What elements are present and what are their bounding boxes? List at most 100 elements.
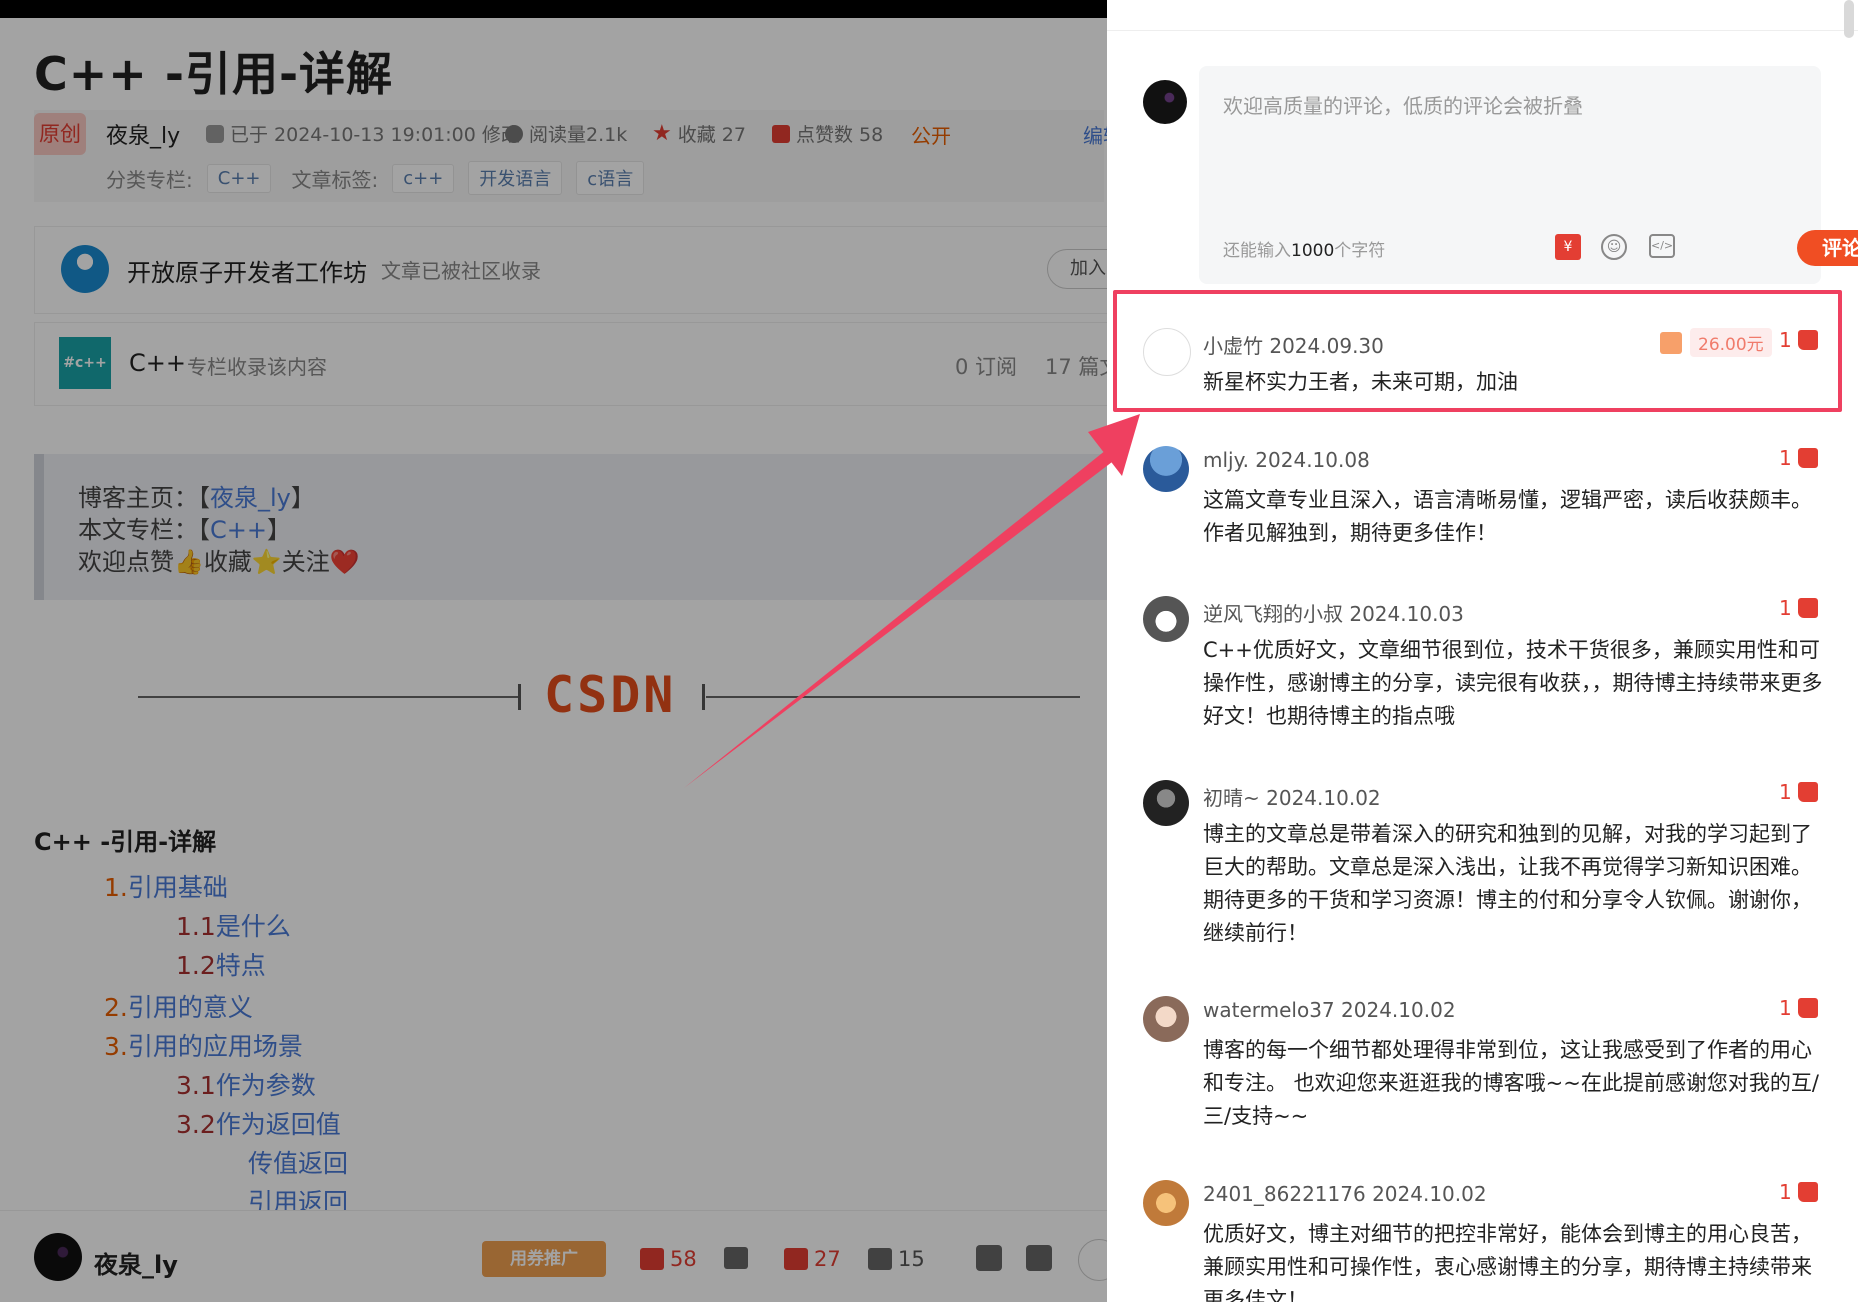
column-link[interactable]: C++ xyxy=(210,516,267,544)
commenter-avatar[interactable] xyxy=(1143,780,1189,826)
tags-label: 文章标签: xyxy=(291,167,379,192)
thumbs-down-icon xyxy=(724,1247,748,1269)
submit-comment-button[interactable]: 评论 xyxy=(1797,230,1858,266)
current-user-avatar xyxy=(1143,80,1187,124)
quote-line-welcome: 欢迎点赞👍收藏⭐关注❤️ xyxy=(78,548,360,576)
char-counter: 还能输入1000个字符 xyxy=(1223,241,1386,261)
thumbs-up-icon xyxy=(772,124,790,143)
share-icon[interactable] xyxy=(976,1245,1002,1271)
commenter-name[interactable]: 逆风飞翔的小叔 xyxy=(1203,602,1343,626)
toc-title: C++ -引用-详解 xyxy=(34,828,217,856)
author-link[interactable]: 夜泉_ly xyxy=(106,118,180,150)
tag-dev-lang[interactable]: 开发语言 xyxy=(468,161,563,195)
commenter-avatar[interactable] xyxy=(1143,446,1189,492)
scrollbar[interactable] xyxy=(1844,0,1854,38)
commenter-name[interactable]: 小虚竹 xyxy=(1203,334,1263,358)
bottom-author-name[interactable]: 夜泉_ly xyxy=(94,1245,178,1280)
reward-icon[interactable]: ¥ xyxy=(1555,234,1581,260)
column-posts: 17 篇文 xyxy=(1045,355,1107,379)
commenter-avatar[interactable] xyxy=(1143,328,1191,376)
column-sub: 专栏收录该内容 xyxy=(187,355,327,379)
toc-item[interactable]: 1.2特点 xyxy=(176,946,266,982)
tag-cpp[interactable]: c++ xyxy=(392,163,455,193)
thumbs-up-icon xyxy=(1797,330,1818,350)
author-avatar[interactable] xyxy=(34,1233,82,1281)
thumbs-up-icon xyxy=(1797,1182,1818,1202)
pdf-icon[interactable] xyxy=(1026,1245,1052,1271)
edit-link[interactable]: 编辑 xyxy=(1083,120,1107,149)
commenter-avatar[interactable] xyxy=(1143,996,1189,1042)
community-name[interactable]: 开放原子开发者工作坊 xyxy=(127,253,367,288)
comment-button[interactable]: 15 xyxy=(868,1247,925,1271)
modified-info: 已于 2024-10-13 19:01:00 修改 xyxy=(206,120,520,147)
favorite-button[interactable]: 27 xyxy=(784,1247,841,1271)
thumbs-up-icon xyxy=(1797,598,1818,618)
column-name[interactable]: C++ xyxy=(129,349,186,377)
toc-item[interactable]: 3.引用的应用场景 xyxy=(104,1027,303,1063)
commenter-name[interactable]: 2401_86221176 xyxy=(1203,1182,1366,1206)
commenter-name[interactable]: 初晴~ xyxy=(1203,786,1260,810)
top-toolbar xyxy=(0,0,1107,18)
commenter-name[interactable]: mljy. xyxy=(1203,448,1249,472)
commenter-avatar[interactable] xyxy=(1143,596,1189,642)
panel-divider xyxy=(1107,30,1858,31)
join-button[interactable]: 加入 xyxy=(1047,249,1107,289)
comment-like-button[interactable]: 1 xyxy=(1779,446,1818,470)
comment-text: 新星杯实力王者，未来可期，加油 xyxy=(1203,370,1518,394)
bottom-toolbar: 夜泉_ly 用券推广 58 27 15 xyxy=(0,1210,1107,1302)
column-label: 分类专栏: xyxy=(106,167,193,192)
toc-item[interactable]: 3.2作为返回值 xyxy=(176,1105,341,1141)
comment-like-button[interactable]: 1 xyxy=(1779,596,1818,620)
comment-text: 博客的每一个细节都处理得非常到位，这让我感受到了作者的用心和专注。 也欢迎您来逛… xyxy=(1203,1038,1819,1128)
community-card[interactable]: 开放原子开发者工作坊 文章已被社区收录 加入 xyxy=(34,226,1107,314)
comment-like-button[interactable]: 1 xyxy=(1779,780,1818,804)
divider-right xyxy=(706,696,1080,698)
column-logo-icon: #c++ xyxy=(59,337,111,389)
comment-header: 逆风飞翔的小叔 2024.10.03 xyxy=(1203,602,1464,626)
divider-left xyxy=(138,696,518,698)
comment-editor[interactable]: 欢迎高质量的评论，低质的评论会被折叠 还能输入1000个字符 ¥ ☺ </> 评… xyxy=(1199,66,1858,284)
quote-line-blog: 博客主页：【夜泉_ly】 xyxy=(78,484,315,512)
comment-like-button[interactable]: 1 xyxy=(1779,328,1818,352)
reward-badge: 26.00元 xyxy=(1660,328,1772,357)
comment-text: 优质好文，博主对细节的把控非常好，能体会到博主的用心良苦，兼顾实用性和可操作性，… xyxy=(1203,1222,1812,1302)
comment-like-button[interactable]: 1 xyxy=(1779,996,1818,1020)
comment-header: 小虚竹 2024.09.30 xyxy=(1203,334,1384,358)
community-sub: 文章已被社区收录 xyxy=(381,259,541,283)
dislike-button[interactable] xyxy=(724,1247,748,1269)
comment-header: watermelo37 2024.10.02 xyxy=(1203,998,1456,1022)
blog-home-link[interactable]: 夜泉_ly xyxy=(210,484,291,512)
toc-item[interactable]: 传值返回 xyxy=(248,1144,348,1180)
favorite-count[interactable]: ★ 收藏 27 xyxy=(652,120,746,147)
toc-item[interactable]: 3.1作为参数 xyxy=(176,1066,316,1102)
like-count[interactable]: 点赞数 58 xyxy=(772,120,883,147)
eye-icon xyxy=(505,124,523,143)
thumbs-up-icon xyxy=(640,1248,664,1270)
toc-item[interactable]: 1.1是什么 xyxy=(176,907,291,943)
coupon-promo-button[interactable]: 用券推广 xyxy=(482,1241,606,1277)
tag-c-lang[interactable]: c语言 xyxy=(576,161,645,195)
commenter-avatar[interactable] xyxy=(1143,1180,1189,1226)
emoji-icon[interactable]: ☺ xyxy=(1601,234,1627,260)
toc-item[interactable]: 1.引用基础 xyxy=(104,868,228,904)
column-card[interactable]: #c++ C++ 专栏收录该内容 0 订阅 17 篇文 xyxy=(34,322,1107,406)
divider-bar-right xyxy=(702,684,705,710)
column-tag[interactable]: C++ xyxy=(206,163,272,193)
visibility-label: 公开 xyxy=(911,124,951,148)
edit-history-icon xyxy=(206,124,224,143)
more-button[interactable] xyxy=(1078,1239,1107,1281)
comment-like-button[interactable]: 1 xyxy=(1779,1180,1818,1204)
comment-header: 2401_86221176 2024.10.02 xyxy=(1203,1182,1487,1206)
star-icon xyxy=(784,1248,808,1270)
comment-header: 初晴~ 2024.10.02 xyxy=(1203,786,1381,810)
like-button[interactable]: 58 xyxy=(640,1247,697,1271)
comment-text: C++优质好文，文章细节很到位，技术干货很多，兼顾实用性和可操作性，感谢博主的分… xyxy=(1203,638,1823,728)
code-icon[interactable]: </> xyxy=(1649,234,1675,258)
commenter-name[interactable]: watermelo37 xyxy=(1203,998,1335,1022)
toc-item[interactable]: 2.引用的意义 xyxy=(104,988,253,1024)
read-count: 阅读量2.1k xyxy=(505,120,627,147)
comment-text: 这篇文章专业且深入，语言清晰易懂，逻辑严密，读后收获颇丰。作者见解独到，期待更多… xyxy=(1203,488,1812,545)
comment-input-placeholder[interactable]: 欢迎高质量的评论，低质的评论会被折叠 xyxy=(1223,90,1583,119)
comment-text: 博主的文章总是带着深入的研究和独到的见解，对我的学习起到了巨大的帮助。文章总是深… xyxy=(1203,822,1812,945)
article-pane: C++ -引用-详解 原创 夜泉_ly 已于 2024-10-13 19:01:… xyxy=(0,0,1107,1302)
